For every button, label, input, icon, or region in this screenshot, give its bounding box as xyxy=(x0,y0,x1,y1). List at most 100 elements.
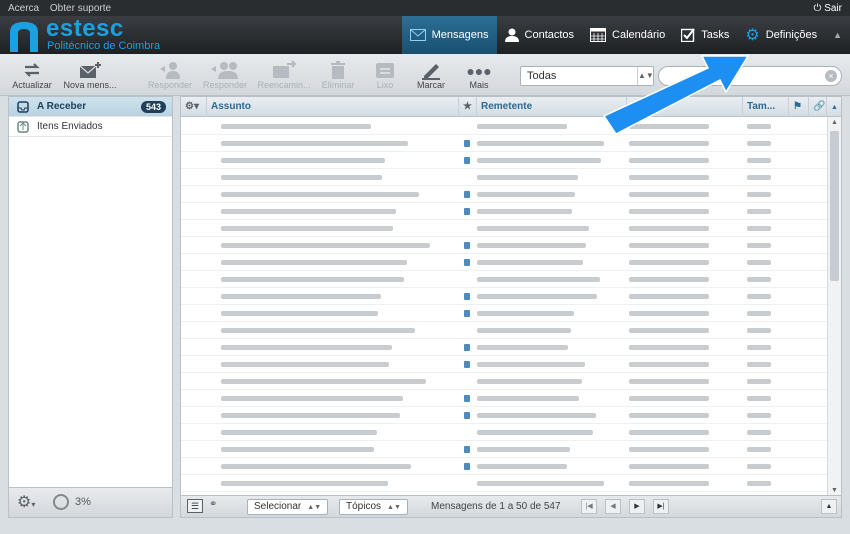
clear-search-icon[interactable]: × xyxy=(825,70,837,82)
table-row[interactable] xyxy=(181,475,827,492)
blurred-text xyxy=(221,226,393,231)
blurred-text xyxy=(629,141,709,146)
list-options-button[interactable]: ⚙▾ xyxy=(181,97,207,117)
collapse-header-button[interactable]: ▲ xyxy=(825,16,850,54)
table-row[interactable] xyxy=(181,152,827,169)
more-dots-icon: ●●● xyxy=(466,63,492,79)
blurred-text xyxy=(747,277,771,282)
prev-page-button[interactable]: ◀ xyxy=(605,499,621,514)
blurred-text xyxy=(477,328,571,333)
first-page-icon: |◀ xyxy=(585,503,593,510)
reply-button[interactable]: Responder xyxy=(146,60,194,90)
list-scrollbar[interactable]: ▲ ▼ xyxy=(827,117,841,497)
thread-toggle-icon[interactable]: ⚭ xyxy=(209,499,217,510)
table-row[interactable] xyxy=(181,186,827,203)
read-status-icon xyxy=(464,140,470,147)
select-dropdown[interactable]: Selecionar ▲▼ xyxy=(247,499,329,515)
nav-contacts[interactable]: Contactos xyxy=(497,16,583,54)
reply-all-icon xyxy=(211,62,238,79)
table-row[interactable] xyxy=(181,203,827,220)
blurred-text xyxy=(221,362,389,367)
folder-inbox[interactable]: A Receber 543 xyxy=(9,97,172,117)
read-status-icon xyxy=(464,344,470,351)
table-row[interactable] xyxy=(181,169,827,186)
table-row[interactable] xyxy=(181,288,827,305)
table-row[interactable] xyxy=(181,237,827,254)
table-row[interactable] xyxy=(181,271,827,288)
junk-button[interactable]: Lixo xyxy=(368,60,402,90)
refresh-label: Actualizar xyxy=(12,80,52,90)
table-row[interactable] xyxy=(181,407,827,424)
column-sender[interactable]: Remetente xyxy=(477,97,627,117)
forward-button[interactable]: Reencamin... xyxy=(256,60,312,90)
mark-button[interactable]: Marcar xyxy=(412,60,450,90)
column-size[interactable]: Tam... xyxy=(743,97,789,117)
more-button[interactable]: ●●● Mais xyxy=(464,60,494,90)
more-label: Mais xyxy=(469,80,489,90)
blurred-text xyxy=(221,481,388,486)
filter-select[interactable]: Todas ▲▼ xyxy=(520,66,654,86)
reply-all-button[interactable]: Responder ... xyxy=(198,60,252,100)
mark-label: Marcar xyxy=(416,80,445,90)
nav-settings[interactable]: ⚙ Definições xyxy=(737,16,825,54)
table-row[interactable] xyxy=(181,322,827,339)
blurred-text xyxy=(477,158,601,163)
column-date[interactable] xyxy=(627,97,743,117)
scroll-up-icon[interactable]: ▲ xyxy=(828,117,841,129)
table-row[interactable] xyxy=(181,373,827,390)
list-view-icon[interactable]: ☰ xyxy=(187,499,203,513)
nav-contacts-label: Contactos xyxy=(524,29,575,41)
reply-icon xyxy=(160,62,180,79)
preview-toggle-button[interactable]: ▲ xyxy=(821,499,837,514)
column-subject[interactable]: Assunto xyxy=(207,97,459,117)
message-list-header: ⚙▾ Assunto ★ Remetente Tam... ⚑ 🔗 ▲ xyxy=(181,97,841,117)
column-flag[interactable]: ⚑ xyxy=(789,97,809,117)
junk-label: Lixo xyxy=(376,80,394,90)
blurred-text xyxy=(477,243,586,248)
refresh-button[interactable]: Actualizar xyxy=(10,60,54,90)
table-row[interactable] xyxy=(181,441,827,458)
support-link[interactable]: Obter suporte xyxy=(50,3,111,14)
compose-button[interactable]: Nova mens... xyxy=(60,60,120,90)
table-row[interactable] xyxy=(181,220,827,237)
delete-button[interactable]: Eliminar xyxy=(318,60,358,90)
main-nav: Mensagens Contactos Calendário Tasks ⚙ D… xyxy=(401,16,850,54)
table-row[interactable] xyxy=(181,254,827,271)
logout-button[interactable]: ⏻ Sair xyxy=(814,3,843,14)
blurred-text xyxy=(629,158,709,163)
message-rows xyxy=(181,118,827,492)
nav-messages[interactable]: Mensagens xyxy=(401,16,497,54)
table-row[interactable] xyxy=(181,135,827,152)
nav-calendar[interactable]: Calendário xyxy=(582,16,673,54)
table-row[interactable] xyxy=(181,339,827,356)
folder-sent[interactable]: Itens Enviados xyxy=(9,117,172,137)
topics-dropdown[interactable]: Tópicos ▲▼ xyxy=(339,499,408,515)
message-list: ⚙▾ Assunto ★ Remetente Tam... ⚑ 🔗 ▲ ▲ ▼ … xyxy=(180,96,842,518)
first-page-button[interactable]: |◀ xyxy=(581,499,597,514)
read-status-icon xyxy=(464,259,470,266)
flag-icon: ⚑ xyxy=(793,101,802,112)
last-page-button[interactable]: ▶| xyxy=(653,499,669,514)
folder-settings-gear-icon[interactable]: ⚙▾ xyxy=(17,492,35,512)
table-row[interactable] xyxy=(181,118,827,135)
blurred-text xyxy=(747,379,771,384)
blurred-text xyxy=(747,294,771,299)
search-input[interactable]: × xyxy=(658,66,842,86)
column-attachment[interactable]: 🔗 xyxy=(809,97,827,117)
read-status-icon xyxy=(464,157,470,164)
table-row[interactable] xyxy=(181,390,827,407)
next-page-button[interactable]: ▶ xyxy=(629,499,645,514)
table-row[interactable] xyxy=(181,305,827,322)
scroll-thumb[interactable] xyxy=(830,131,839,281)
inbox-icon xyxy=(17,100,29,113)
table-row[interactable] xyxy=(181,356,827,373)
blurred-text xyxy=(477,277,600,282)
table-row[interactable] xyxy=(181,458,827,475)
table-row[interactable] xyxy=(181,424,827,441)
nav-tasks[interactable]: Tasks xyxy=(673,16,737,54)
blurred-text xyxy=(221,328,415,333)
junk-icon xyxy=(376,63,394,78)
about-link[interactable]: Acerca xyxy=(8,3,39,14)
column-flag-star[interactable]: ★ xyxy=(459,97,477,117)
blurred-text xyxy=(629,447,709,452)
